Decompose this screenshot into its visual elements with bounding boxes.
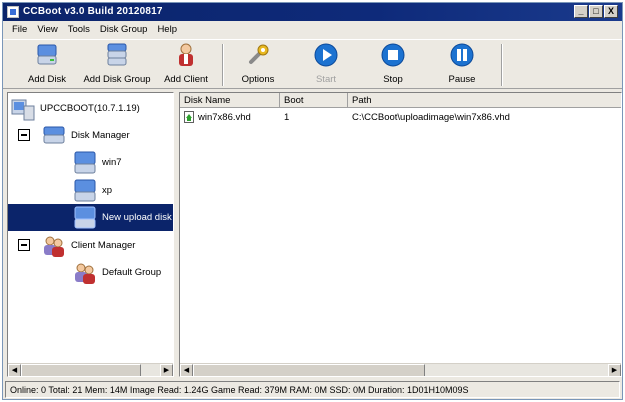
menu-file[interactable]: File — [7, 22, 32, 38]
disk-icon — [37, 44, 57, 65]
tree-label: Default Group — [102, 267, 162, 278]
scroll-left-arrow[interactable]: ◀ — [180, 364, 193, 376]
pause-icon — [450, 43, 474, 67]
maximize-button[interactable]: □ — [589, 5, 603, 18]
tree-node-default-group[interactable]: Default Group — [72, 259, 161, 286]
disk-name-text: win7x86.vhd — [198, 111, 251, 123]
window-title: CCBoot v3.0 Build 20120817 — [23, 6, 163, 17]
menu-tools[interactable]: Tools — [63, 22, 95, 38]
menu-disk-group[interactable]: Disk Group — [95, 22, 153, 38]
pause-button[interactable]: Pause — [439, 42, 485, 88]
cell-path: C:\CCBoot\uploadimage\win7x86.vhd — [352, 111, 510, 123]
start-button[interactable]: Start — [303, 42, 349, 88]
play-icon — [314, 43, 338, 67]
tree-node-disk-xp[interactable]: xp — [72, 177, 112, 204]
tree-horizontal-scrollbar[interactable]: ◀ ▶ — [8, 363, 173, 376]
disk-icon — [74, 179, 96, 201]
stop-button[interactable]: Stop — [370, 42, 416, 88]
tree-label: Client Manager — [71, 240, 136, 251]
add-disk-button[interactable]: Add Disk — [21, 42, 73, 88]
disk-group-icon — [107, 43, 127, 66]
tree-node-disk-new-upload[interactable]: New upload disk — [8, 204, 173, 231]
stop-icon — [381, 43, 405, 67]
server-icon — [11, 99, 35, 120]
title-bar[interactable]: CCBoot v3.0 Build 20120817 _ □ X — [3, 3, 622, 21]
table-row[interactable]: win7x86.vhd 1 C:\CCBoot\uploadimage\win7… — [180, 109, 621, 125]
scroll-right-arrow[interactable]: ▶ — [608, 364, 621, 376]
menu-help[interactable]: Help — [152, 22, 182, 38]
tree-label: UPCCBOOT(10.7.1.19) — [40, 103, 140, 114]
column-disk-name[interactable]: Disk Name — [180, 93, 280, 108]
options-label: Options — [241, 74, 275, 85]
app-icon — [7, 6, 19, 18]
collapse-toggle[interactable] — [18, 129, 30, 141]
tree-label: Disk Manager — [71, 130, 130, 141]
scroll-left-arrow[interactable]: ◀ — [8, 364, 21, 376]
add-client-button[interactable]: Add Client — [161, 42, 211, 88]
cell-boot: 1 — [284, 111, 290, 123]
list-header: Disk Name Boot Path — [180, 93, 621, 108]
tree-node-disk-win7[interactable]: win7 — [72, 149, 122, 176]
collapse-toggle[interactable] — [18, 239, 30, 251]
client-icon — [179, 43, 193, 66]
add-disk-label: Add Disk — [27, 74, 66, 85]
disk-group-icon — [43, 126, 65, 143]
stop-label: Stop — [383, 74, 403, 85]
users-icon — [44, 236, 64, 257]
pause-label: Pause — [448, 74, 476, 85]
add-disk-group-label: Add Disk Group — [83, 74, 151, 85]
start-label: Start — [315, 74, 337, 85]
main-window: CCBoot v3.0 Build 20120817 _ □ X File Vi… — [2, 2, 623, 400]
tree-label: New upload disk — [102, 212, 172, 223]
toolbar-separator — [501, 44, 503, 86]
toolbar-separator — [222, 44, 224, 86]
scroll-right-arrow[interactable]: ▶ — [160, 364, 173, 376]
options-button[interactable]: Options — [235, 42, 281, 88]
add-disk-group-button[interactable]: Add Disk Group — [83, 42, 151, 88]
users-icon — [75, 263, 95, 284]
disk-icon — [74, 151, 96, 173]
menu-bar: File View Tools Disk Group Help — [3, 22, 622, 38]
close-button[interactable]: X — [604, 5, 618, 18]
disk-list[interactable]: Disk Name Boot Path win7x86.vhd 1 C:\CCB… — [179, 92, 622, 377]
list-horizontal-scrollbar[interactable]: ◀ ▶ — [180, 363, 621, 376]
tree-label: win7 — [102, 157, 122, 168]
toolbar: Add Disk Add Disk Group Add Client Optio… — [3, 39, 622, 89]
wrench-icon — [249, 44, 269, 64]
cell-disk-name: win7x86.vhd — [180, 111, 280, 123]
tree-node-disk-manager[interactable]: Disk Manager — [41, 122, 130, 149]
menu-view[interactable]: View — [32, 22, 62, 38]
status-bar: Online: 0 Total: 21 Mem: 14M Image Read:… — [5, 381, 620, 398]
tree-node-server[interactable]: UPCCBOOT(10.7.1.19) — [10, 95, 140, 122]
minimize-button[interactable]: _ — [574, 5, 588, 18]
window-controls: _ □ X — [574, 5, 618, 18]
column-path[interactable]: Path — [348, 93, 621, 108]
scroll-thumb[interactable] — [21, 364, 141, 376]
tree-label: xp — [102, 185, 113, 196]
disk-icon — [74, 206, 96, 228]
server-tree[interactable]: UPCCBOOT(10.7.1.19) Disk Manager win7 xp… — [7, 92, 174, 377]
tree-node-client-manager[interactable]: Client Manager — [41, 232, 135, 259]
scroll-thumb[interactable] — [193, 364, 425, 376]
add-client-label: Add Client — [164, 74, 208, 85]
column-boot[interactable]: Boot — [280, 93, 348, 108]
vhd-file-icon — [184, 111, 194, 123]
